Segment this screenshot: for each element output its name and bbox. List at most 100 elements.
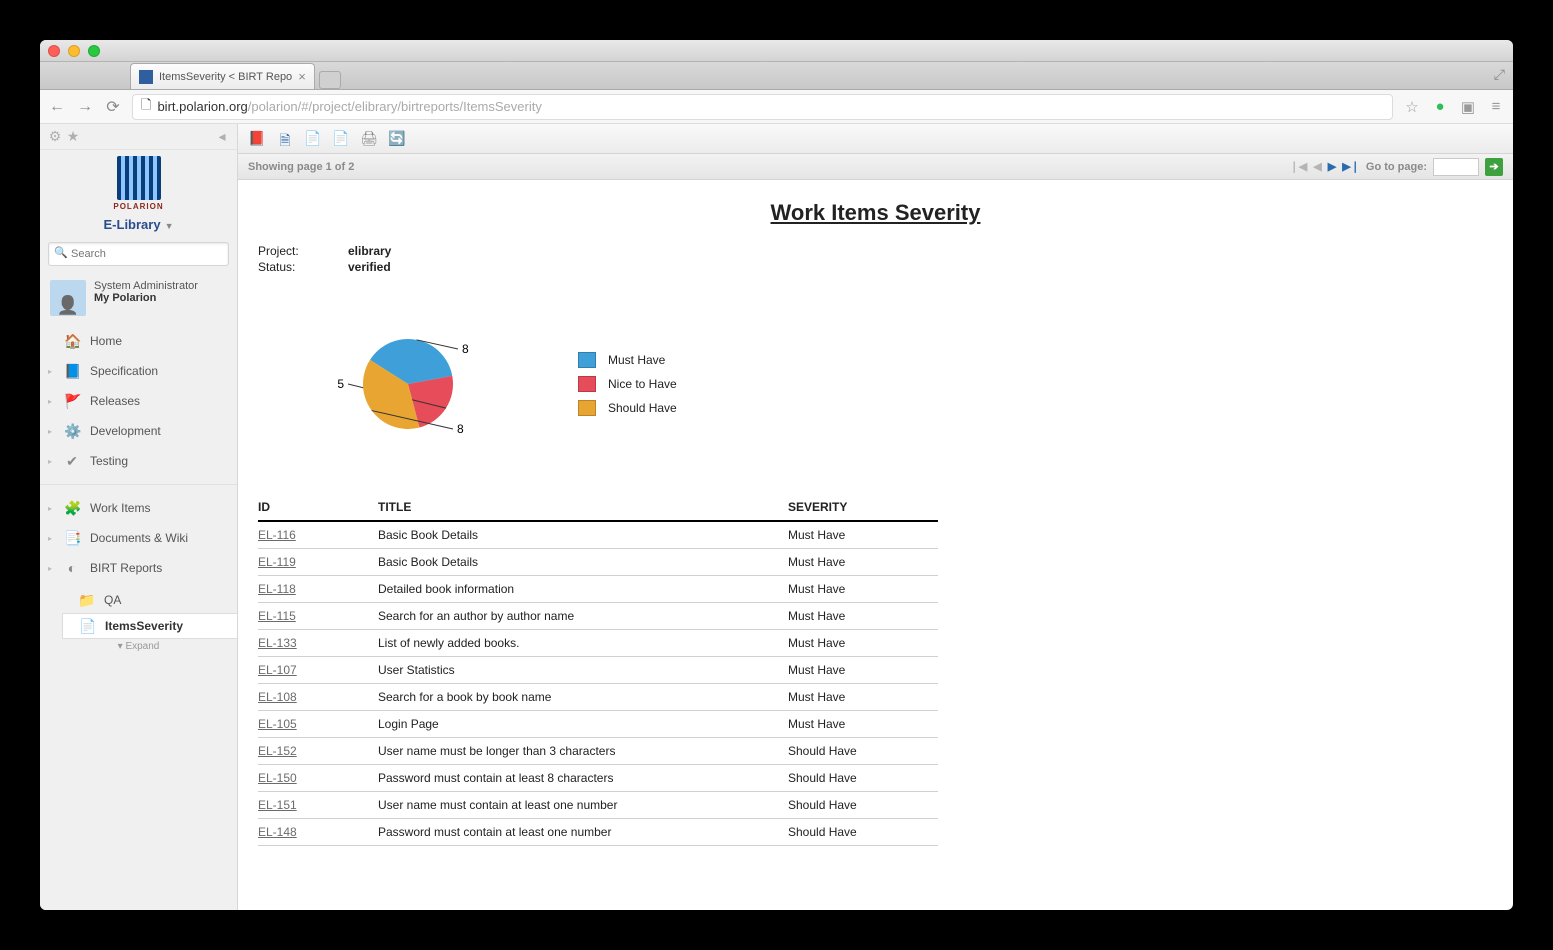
last-page-button[interactable]: ▶❘	[1342, 160, 1360, 173]
work-item-title: Basic Book Details	[378, 521, 788, 549]
new-tab-button[interactable]	[319, 71, 341, 89]
work-item-link[interactable]: EL-148	[258, 825, 297, 839]
goto-page-button[interactable]: ➔	[1485, 158, 1503, 176]
work-item-severity: Should Have	[788, 765, 938, 792]
search-input[interactable]	[48, 242, 229, 266]
user-block[interactable]: System Administrator My Polarion	[40, 274, 237, 322]
sidebar-item[interactable]: 🏠 Home	[40, 326, 237, 356]
nav-back-button[interactable]: ←	[48, 98, 66, 116]
work-item-link[interactable]: EL-115	[258, 609, 296, 623]
sidebar-item[interactable]: ▸🚩Releases	[40, 386, 237, 416]
avatar	[50, 280, 86, 316]
nav-item-icon: ◐	[64, 560, 80, 576]
toc-button[interactable]: 📕	[248, 130, 266, 148]
nav-forward-button[interactable]: →	[76, 98, 94, 116]
work-item-link[interactable]: EL-119	[258, 555, 296, 569]
sidebar-item[interactable]: ▸⚙️Development	[40, 416, 237, 446]
work-item-link[interactable]: EL-107	[258, 663, 297, 677]
bookmark-star-icon[interactable]: ☆	[1403, 98, 1421, 116]
table-row: EL-119Basic Book DetailsMust Have	[258, 549, 938, 576]
severity-pie-chart: 858	[298, 304, 518, 464]
nav-item-icon: 🚩	[64, 393, 80, 410]
pie-value-label: 5	[337, 377, 344, 391]
next-page-button[interactable]: ▶	[1328, 160, 1336, 173]
caret-icon: ▸	[48, 534, 52, 543]
user-link: My Polarion	[94, 292, 198, 304]
sidebar-item[interactable]: ▸✔Testing	[40, 446, 237, 476]
print-button[interactable]: 🖨	[360, 130, 378, 148]
work-item-severity: Must Have	[788, 549, 938, 576]
table-row: EL-116Basic Book DetailsMust Have	[258, 521, 938, 549]
nav-item-label: Work Items	[90, 501, 150, 515]
nav-item-icon: 📄	[79, 618, 95, 635]
meta-key: Status:	[258, 260, 348, 274]
sidebar-subitem[interactable]: 📁QA	[62, 587, 237, 613]
work-item-link[interactable]: EL-105	[258, 717, 297, 731]
settings-gear-icon[interactable]: ⚙	[46, 128, 64, 145]
caret-icon: ▸	[48, 367, 52, 376]
work-item-link[interactable]: EL-152	[258, 744, 297, 758]
user-role: System Administrator	[94, 280, 198, 292]
sidebar-item[interactable]: ▸◐BIRT Reports	[40, 553, 237, 583]
export-xml-button[interactable]: 🗎	[276, 130, 294, 148]
meta-value: verified	[348, 260, 1493, 274]
work-item-title: Search for an author by author name	[378, 603, 788, 630]
window-minimize-button[interactable]	[68, 45, 80, 57]
expand-tree-button[interactable]: ▾ Expand	[40, 639, 237, 654]
nav-item-label: Home	[90, 334, 122, 348]
table-row: EL-107User StatisticsMust Have	[258, 657, 938, 684]
nav-reload-button[interactable]: ⟳	[104, 97, 122, 117]
table-row: EL-105Login PageMust Have	[258, 711, 938, 738]
work-item-link[interactable]: EL-108	[258, 690, 297, 704]
extension-icon[interactable]: ●	[1431, 98, 1449, 115]
export-xls-button[interactable]: 📄	[332, 130, 350, 148]
work-item-link[interactable]: EL-133	[258, 636, 297, 650]
work-item-severity: Should Have	[788, 738, 938, 765]
sidebar-item[interactable]: ▸🧩Work Items	[40, 493, 237, 523]
work-item-link[interactable]: EL-116	[258, 528, 296, 542]
first-page-button[interactable]: ❘◀	[1290, 160, 1308, 173]
prev-page-button[interactable]: ◀	[1313, 160, 1321, 173]
export-doc-button[interactable]: 📄	[304, 130, 322, 148]
nav-item-label: Specification	[90, 364, 158, 378]
collapse-sidebar-icon[interactable]: ◂	[213, 128, 231, 145]
work-item-link[interactable]: EL-151	[258, 798, 297, 812]
sidebar-item[interactable]: ▸📑Documents & Wiki	[40, 523, 237, 553]
work-item-link[interactable]: EL-150	[258, 771, 297, 785]
favorite-star-icon[interactable]: ★	[64, 128, 82, 145]
legend-label: Nice to Have	[608, 377, 677, 391]
nav-item-label: Development	[90, 424, 161, 438]
legend-item: Nice to Have	[578, 376, 677, 392]
report-body: Work Items Severity Project:elibraryStat…	[238, 180, 1513, 910]
nav-item-label: ItemsSeverity	[105, 619, 183, 633]
report-title: Work Items Severity	[258, 200, 1493, 226]
table-row: EL-118Detailed book informationMust Have	[258, 576, 938, 603]
work-item-link[interactable]: EL-118	[258, 582, 296, 596]
goto-page-input[interactable]	[1433, 158, 1479, 176]
tab-close-icon[interactable]: ×	[298, 69, 306, 84]
menu-icon[interactable]: ≡	[1487, 98, 1505, 115]
project-switcher[interactable]: E-Library▼	[40, 213, 237, 242]
window-maximize-icon[interactable]: ⤢	[1494, 66, 1505, 83]
pager-status: Showing page 1 of 2	[248, 161, 354, 173]
browser-tab[interactable]: ItemsSeverity < BIRT Repo ×	[130, 63, 315, 89]
legend-swatch	[578, 352, 596, 368]
tab-title: ItemsSeverity < BIRT Repo	[159, 71, 292, 83]
address-bar[interactable]: 🗋 birt.polarion.org/polarion/#/project/e…	[132, 94, 1393, 120]
table-row: EL-115 Search for an author by author nam…	[258, 603, 938, 630]
window-zoom-button[interactable]	[88, 45, 100, 57]
work-item-title: Login Page	[378, 711, 788, 738]
project-name: E-Library	[104, 217, 161, 232]
work-item-severity: Must Have	[788, 603, 938, 630]
window-titlebar	[40, 40, 1513, 62]
cast-icon[interactable]: ▣	[1459, 98, 1477, 116]
search-box	[48, 242, 229, 266]
legend-swatch	[578, 376, 596, 392]
legend-item: Must Have	[578, 352, 677, 368]
window-close-button[interactable]	[48, 45, 60, 57]
sidebar-item[interactable]: ▸📘Specification	[40, 356, 237, 386]
work-item-title: Detailed book information	[378, 576, 788, 603]
nav-item-icon: 🏠	[64, 333, 80, 350]
sidebar-subitem[interactable]: 📄 ItemsSeverity	[62, 613, 237, 639]
refresh-button[interactable]: 🔄	[388, 130, 406, 148]
